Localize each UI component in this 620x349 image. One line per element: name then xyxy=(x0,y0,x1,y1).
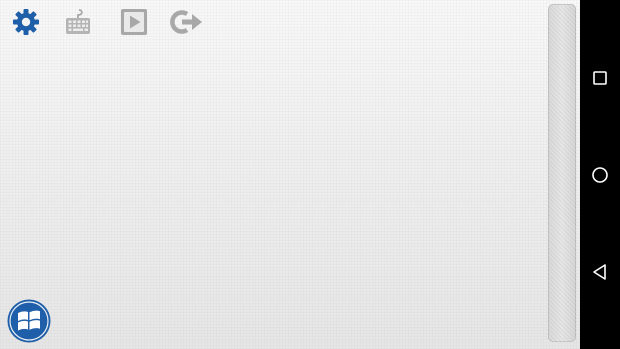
device-screen xyxy=(0,0,620,349)
keyboard-icon xyxy=(66,9,90,34)
keyboard-button[interactable] xyxy=(61,5,95,39)
exit-button[interactable] xyxy=(170,5,204,39)
android-navigation-bar xyxy=(580,0,620,349)
play-button[interactable] xyxy=(117,5,151,39)
gear-icon xyxy=(13,9,39,35)
play-icon xyxy=(121,9,147,35)
back-triangle-icon xyxy=(593,264,606,280)
recents-button[interactable] xyxy=(586,64,614,92)
home-button[interactable] xyxy=(586,161,614,189)
back-button[interactable] xyxy=(586,258,614,286)
windows-start-button[interactable] xyxy=(6,298,52,344)
home-circle-icon xyxy=(592,167,608,183)
remote-desktop-canvas[interactable] xyxy=(0,0,580,349)
vertical-scroll-bar[interactable] xyxy=(548,4,576,342)
settings-button[interactable] xyxy=(9,5,43,39)
recents-square-icon xyxy=(593,71,607,85)
exit-icon xyxy=(170,10,202,34)
windows-logo-icon xyxy=(7,299,51,343)
